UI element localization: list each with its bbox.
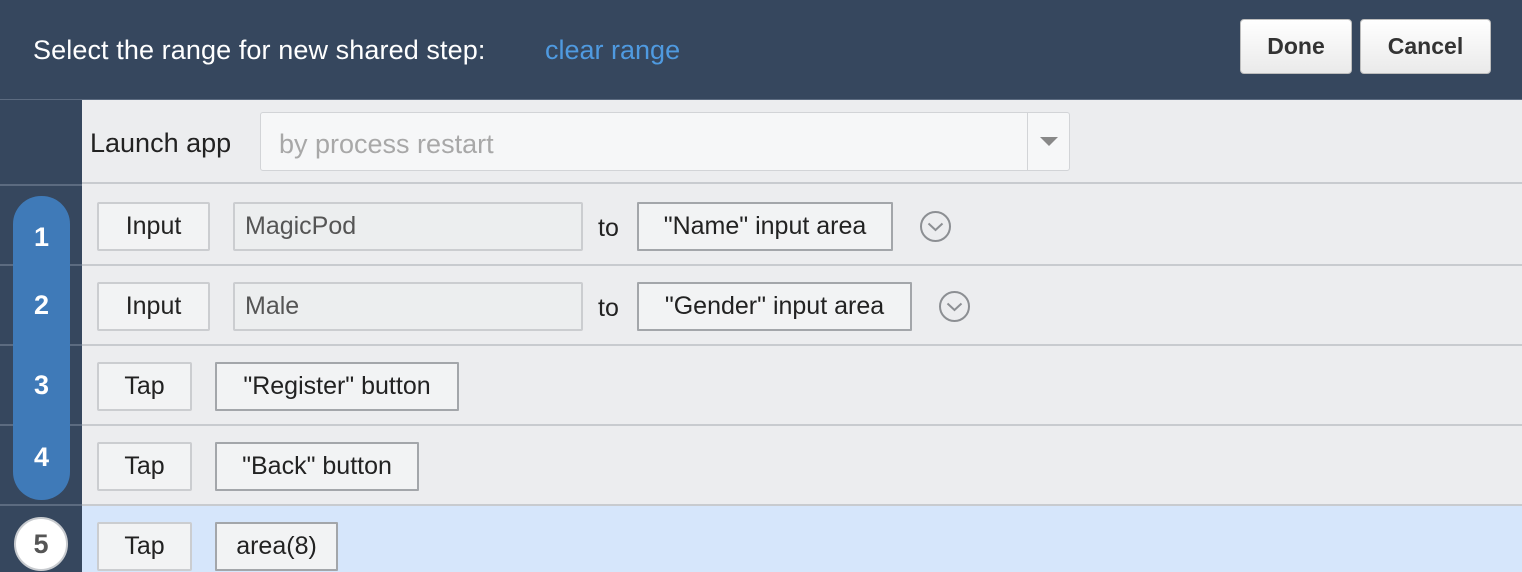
target-element[interactable]: "Name" input area (637, 202, 893, 251)
value-input[interactable]: MagicPod (233, 202, 583, 251)
clear-range-link[interactable]: clear range (545, 35, 680, 66)
command-button[interactable]: Tap (97, 522, 192, 571)
header-bar: Select the range for new shared step: cl… (0, 0, 1522, 100)
dropdown-toggle[interactable] (1027, 113, 1069, 170)
step-number[interactable]: 1 (13, 222, 70, 253)
command-button[interactable]: Tap (97, 362, 192, 411)
launch-app-row: Launch app by process restart (82, 100, 1522, 184)
step-row: Input Male to "Gender" input area (82, 266, 1522, 346)
command-button[interactable]: Tap (97, 442, 192, 491)
connector-label: to (598, 294, 619, 322)
step-number[interactable]: 3 (13, 370, 70, 401)
step-row: Tap "Register" button (82, 346, 1522, 426)
target-element[interactable]: "Back" button (215, 442, 419, 491)
launch-method-value: by process restart (279, 129, 494, 159)
step-number[interactable]: 4 (13, 442, 70, 473)
value-input[interactable]: Male (233, 282, 583, 331)
cancel-button[interactable]: Cancel (1360, 19, 1491, 74)
expand-options-button[interactable] (939, 291, 970, 322)
target-element[interactable]: "Register" button (215, 362, 459, 411)
gutter-divider (0, 184, 82, 186)
step-number[interactable]: 2 (13, 290, 70, 321)
target-element[interactable]: area(8) (215, 522, 338, 571)
expand-options-button[interactable] (920, 211, 951, 242)
step-row: Input MagicPod to "Name" input area (82, 186, 1522, 266)
target-element[interactable]: "Gender" input area (637, 282, 912, 331)
command-button[interactable]: Input (97, 282, 210, 331)
launch-app-label: Launch app (90, 128, 232, 158)
header-title: Select the range for new shared step: (33, 35, 486, 65)
caret-down-icon (1039, 137, 1058, 146)
step-number-circle[interactable]: 5 (14, 517, 68, 571)
launch-method-select[interactable]: by process restart (260, 112, 1070, 171)
chevron-down-icon (927, 222, 944, 231)
done-button[interactable]: Done (1240, 19, 1352, 74)
chevron-down-icon (946, 302, 963, 311)
step-row: Tap "Back" button (82, 426, 1522, 506)
step-row-highlighted: Tap area(8) (82, 506, 1522, 572)
command-button[interactable]: Input (97, 202, 210, 251)
connector-label: to (598, 214, 619, 242)
